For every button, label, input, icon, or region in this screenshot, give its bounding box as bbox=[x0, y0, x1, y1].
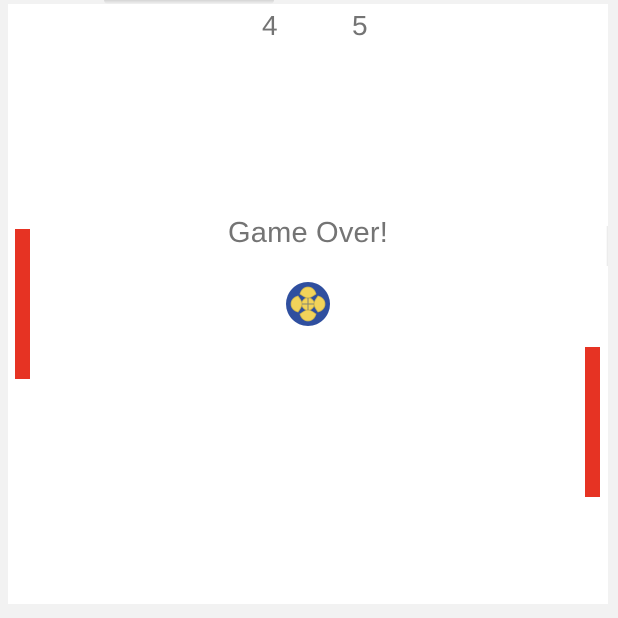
left-score: 4 bbox=[262, 10, 278, 41]
game-canvas[interactable]: 4 5 Game Over! bbox=[8, 4, 608, 604]
game-over-message: Game Over! bbox=[228, 217, 388, 249]
right-score: 5 bbox=[352, 10, 368, 41]
page-viewport: 4 5 Game Over! bbox=[0, 0, 618, 618]
ball-icon bbox=[285, 281, 331, 327]
left-paddle bbox=[15, 229, 30, 379]
right-paddle bbox=[585, 347, 600, 497]
